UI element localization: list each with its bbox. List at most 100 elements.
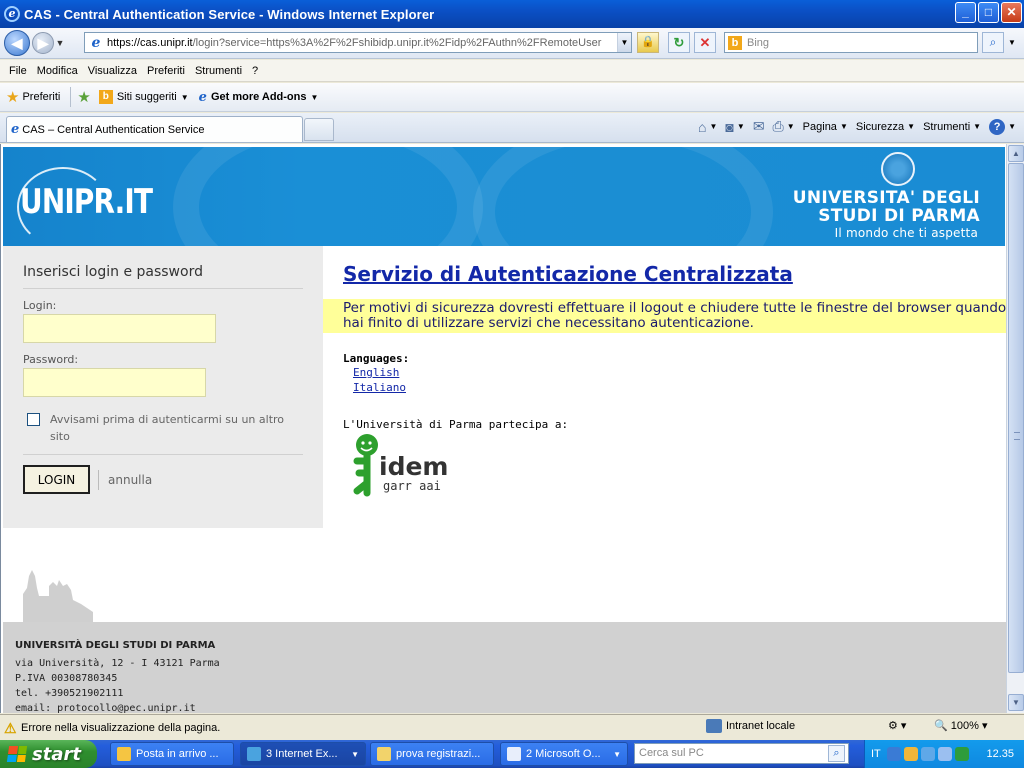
separator	[70, 87, 72, 107]
mail-icon: ✉	[752, 118, 765, 134]
address-url[interactable]: https://cas.unipr.it/login?service=https…	[107, 37, 617, 49]
chevron-down-icon: ▼	[310, 92, 319, 102]
menu-visualizza[interactable]: Visualizza	[83, 65, 142, 77]
status-message[interactable]: Errore nella visualizzazione della pagin…	[21, 722, 1024, 734]
office-app-icon	[507, 747, 521, 761]
back-button[interactable]: ◀	[4, 30, 30, 56]
page-title[interactable]: Servizio di Autenticazione Centralizzata	[343, 262, 793, 286]
taskbar-search-input[interactable]: Cerca sul PC ⌕	[634, 743, 849, 764]
home-icon: ⌂	[698, 118, 707, 135]
footer-phone: tel. +390521902111	[15, 688, 124, 699]
page-footer: UNIVERSITÀ DEGLI STUDI DI PARMA via Univ…	[3, 622, 1006, 713]
footer-address: via Università, 12 - I 43121 Parma	[15, 658, 220, 669]
search-icon[interactable]: ⌕	[828, 745, 845, 762]
ie-logo-icon: e	[4, 6, 20, 22]
intranet-icon	[706, 719, 722, 733]
scroll-down-button[interactable]: ▼	[1008, 694, 1024, 711]
chevron-down-icon: ▼	[973, 122, 982, 131]
tab-cas[interactable]: e CAS – Central Authentication Service	[6, 116, 303, 142]
tray-back-icon[interactable]	[886, 747, 901, 761]
menu-modifica[interactable]: Modifica	[32, 65, 83, 77]
address-dropdown-icon[interactable]: ▼	[617, 33, 631, 52]
footer-vat: P.IVA 00308780345	[15, 673, 118, 684]
idem-logo[interactable]: idem garr aai	[349, 431, 449, 501]
warn-checkbox-label[interactable]: Avvisami prima di autenticarmi su un alt…	[50, 411, 303, 445]
new-tab-button[interactable]	[304, 118, 334, 141]
tray-mail-icon[interactable]	[903, 747, 918, 761]
login-actions: LOGIN annulla	[23, 454, 303, 494]
chevron-down-icon: ▼	[1008, 122, 1016, 131]
password-input[interactable]	[23, 368, 206, 397]
system-tray: IT 12.35	[864, 740, 1024, 768]
tray-security-icon[interactable]	[954, 747, 969, 761]
window-titlebar[interactable]: e CAS - Central Authentication Service -…	[0, 0, 1024, 28]
protected-mode-icon[interactable]: ⚙ ▾	[888, 719, 906, 732]
login-heading: Inserisci login e password	[23, 264, 303, 289]
separator	[98, 469, 99, 490]
chevron-down-icon: ▼	[180, 92, 189, 102]
menu-file[interactable]: File	[4, 65, 32, 77]
university-name[interactable]: UNIVERSITA' DEGLI STUDI DI PARMA	[793, 189, 980, 225]
start-button[interactable]: start	[0, 740, 97, 768]
url-scheme: https://	[107, 36, 141, 49]
menu-help[interactable]: ?	[247, 65, 263, 77]
maximize-button[interactable]: □	[978, 2, 999, 23]
menu-preferiti[interactable]: Preferiti	[142, 65, 190, 77]
warn-checkbox-row: Avvisami prima di autenticarmi su un alt…	[23, 411, 303, 445]
favorites-button[interactable]: ★ Preferiti	[6, 88, 60, 106]
taskbar-item-ie[interactable]: 3 Internet Ex... ▼	[240, 742, 366, 766]
warning-icon[interactable]: ⚠	[4, 721, 18, 735]
cancel-link[interactable]: annulla	[108, 473, 152, 487]
address-field[interactable]: e https://cas.unipr.it/login?service=htt…	[84, 32, 632, 53]
search-button[interactable]: ⌕	[982, 32, 1004, 53]
security-menu[interactable]: Sicurezza ▼	[856, 121, 915, 133]
input-language[interactable]: IT	[871, 748, 881, 760]
minimize-button[interactable]: _	[955, 2, 976, 23]
suggested-sites-label: Siti suggeriti	[116, 91, 177, 103]
ie-icon: e	[11, 122, 20, 137]
tray-search-icon[interactable]	[937, 747, 952, 761]
warn-checkbox[interactable]	[27, 413, 40, 426]
zoom-control[interactable]: 🔍 100% ▾	[934, 719, 988, 732]
language-link-english[interactable]: English	[353, 365, 409, 380]
feeds-button[interactable]: ◙ ▼	[725, 119, 744, 135]
tools-menu[interactable]: Strumenti ▼	[923, 121, 981, 133]
home-button[interactable]: ⌂ ▼	[698, 119, 717, 135]
search-box[interactable]: b Bing	[724, 32, 978, 53]
refresh-button[interactable]: ↻	[668, 32, 690, 53]
ie-icon: e	[198, 89, 207, 105]
history-dropdown-icon[interactable]: ▼	[54, 38, 66, 48]
security-zone[interactable]: Intranet locale	[706, 719, 795, 733]
print-button[interactable]: ⎙ ▼	[773, 118, 795, 135]
clock[interactable]: 12.35	[986, 748, 1014, 760]
taskbar-item-folder[interactable]: prova registrazi...	[370, 742, 494, 766]
lock-icon[interactable]: 🔒	[637, 32, 659, 53]
scroll-up-button[interactable]: ▲	[1008, 145, 1024, 162]
footer-email[interactable]: email: protocollo@pec.unipr.it	[15, 701, 1006, 713]
language-link-italiano[interactable]: Italiano	[353, 380, 409, 395]
taskbar-item-office[interactable]: 2 Microsoft O... ▼	[500, 742, 628, 766]
scroll-thumb[interactable]	[1008, 163, 1024, 673]
unipr-logo[interactable]: UNIPR.IT	[20, 182, 153, 222]
zoom-level: 100%	[950, 720, 979, 732]
login-input[interactable]	[23, 314, 216, 343]
search-options-icon[interactable]: ▼	[1005, 32, 1019, 53]
url-host: cas.unipr.it	[140, 36, 193, 49]
tray-network-icon[interactable]	[920, 747, 935, 761]
help-button[interactable]: ? ▼	[989, 118, 1016, 135]
taskbar-item-mail[interactable]: Posta in arrivo ...	[110, 742, 234, 766]
mail-button[interactable]: ✉	[753, 118, 765, 135]
suggested-sites-button[interactable]: b Siti suggeriti ▼	[98, 90, 189, 104]
vertical-scrollbar[interactable]: ▲ ▼	[1006, 144, 1024, 713]
get-addons-button[interactable]: e Get more Add-ons ▼	[199, 90, 319, 105]
start-label: start	[32, 743, 81, 765]
login-button[interactable]: LOGIN	[23, 465, 90, 494]
close-button[interactable]: ✕	[1001, 2, 1022, 23]
menu-strumenti[interactable]: Strumenti	[190, 65, 247, 77]
forward-button[interactable]: ▶	[32, 32, 54, 54]
page-menu[interactable]: Pagina ▼	[803, 121, 848, 133]
add-favorite-icon[interactable]: ★	[77, 88, 90, 106]
stop-button[interactable]: ✕	[694, 32, 716, 53]
page-icon: e	[91, 34, 101, 51]
idem-logo-text: idem	[379, 452, 448, 481]
